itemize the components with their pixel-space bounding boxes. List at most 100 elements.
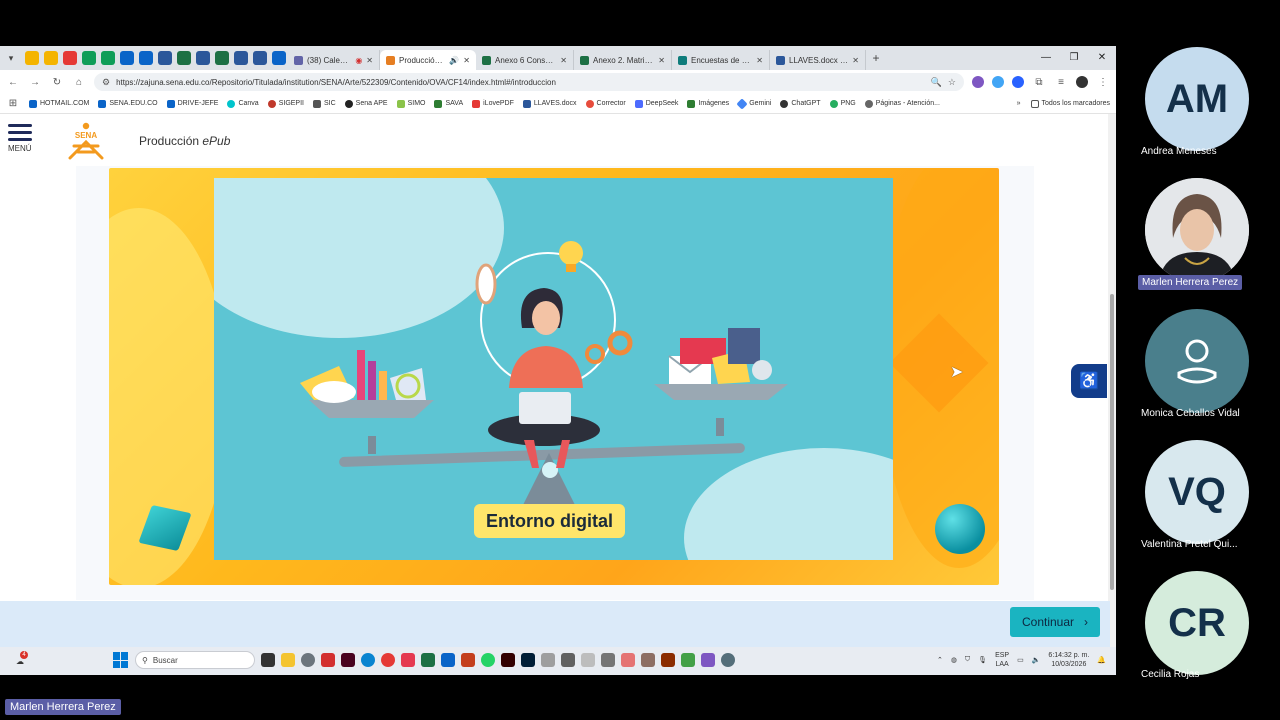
snipping-tool-icon[interactable] (621, 653, 635, 667)
display-icon[interactable]: ▭ (1017, 656, 1024, 664)
url-field[interactable]: ⚙ https://zajuna.sena.edu.co/Repositorio… (94, 73, 964, 91)
bookmark-drive-jefe[interactable]: DRIVE-JEFE (166, 99, 218, 108)
powerpoint-icon[interactable] (461, 653, 475, 667)
settings-icon[interactable] (301, 653, 315, 667)
excel-icon[interactable] (214, 51, 229, 65)
extension-icon[interactable] (972, 76, 984, 88)
participant-tile-andrea[interactable]: AM Andrea Meneses (1135, 46, 1259, 162)
site-info-icon[interactable]: ⚙ (102, 77, 110, 88)
app-icon[interactable] (641, 653, 655, 667)
bookmark-sigepii[interactable]: SIGEPII (267, 99, 304, 108)
photoshop-icon[interactable] (521, 653, 535, 667)
bookmark-llaves[interactable]: LLAVES.docx (522, 99, 577, 108)
calculator-icon[interactable] (601, 653, 615, 667)
close-window-icon[interactable]: ✕ (1088, 46, 1116, 70)
translate-icon[interactable] (1012, 76, 1024, 88)
forward-icon[interactable]: → (28, 77, 42, 88)
bookmark-chatgpt[interactable]: ChatGPT (780, 99, 821, 108)
bookmark-paginas[interactable]: Páginas - Atención... (864, 99, 940, 108)
close-tab-icon[interactable]: ✕ (852, 56, 859, 65)
bookmark-hotmail[interactable]: HOTMAIL.COM (29, 99, 89, 108)
participant-tile-marlen[interactable]: Marlen Herrera Perez (1135, 177, 1259, 293)
chevron-up-icon[interactable]: ⌃ (937, 656, 943, 664)
clock[interactable]: 6:14:32 p. m. 10/03/2026 (1048, 651, 1089, 669)
home-icon[interactable]: ⌂ (72, 77, 86, 88)
bookmark-sena[interactable]: SENA.EDU.CO (98, 99, 158, 108)
app-icon[interactable] (100, 51, 115, 65)
close-tab-icon[interactable]: ✕ (756, 56, 763, 65)
tab-search-icon[interactable]: ▾ (0, 53, 22, 64)
menu-button[interactable]: MENÚ (8, 124, 32, 153)
bookmark-canva[interactable]: Canva (227, 99, 259, 108)
bookmark-deepseek[interactable]: DeepSeek (634, 99, 678, 108)
tab-calendar[interactable]: (38) Calendar ◉ ✕ (288, 50, 380, 70)
outlook-icon[interactable] (138, 51, 153, 65)
bookmark-sic[interactable]: SIC (313, 99, 336, 108)
word-icon[interactable] (195, 51, 210, 65)
camera-icon[interactable] (561, 653, 575, 667)
all-bookmarks-folder[interactable]: Todos los marcadores (1030, 99, 1110, 108)
outlook-icon[interactable] (441, 653, 455, 667)
acrobat-icon[interactable] (321, 653, 335, 667)
word-icon[interactable] (157, 51, 172, 65)
extension-icon[interactable] (992, 76, 1004, 88)
tab-anexo6[interactable]: Anexo 6 Consolid ✕ (476, 50, 574, 70)
illustrator-icon[interactable] (501, 653, 515, 667)
kebab-menu-icon[interactable]: ⋮ (1096, 77, 1110, 88)
close-tab-icon[interactable]: ✕ (658, 56, 665, 65)
chrome-icon[interactable] (381, 653, 395, 667)
participant-tile-monica[interactable]: Monica Ceballos Vidal (1135, 308, 1259, 424)
tab-encuestas[interactable]: Encuestas de pers ✕ (672, 50, 770, 70)
app-icon[interactable] (581, 653, 595, 667)
app-icon[interactable] (701, 653, 715, 667)
bookmark-sava[interactable]: SAVA (434, 99, 463, 108)
drive-icon[interactable] (43, 51, 58, 65)
sheets-icon[interactable] (81, 51, 96, 65)
widgets-icon[interactable]: ☁ 4 (0, 650, 40, 666)
edge-icon[interactable] (361, 653, 375, 667)
accessibility-button[interactable]: ♿ (1071, 364, 1107, 398)
tab-anexo2[interactable]: Anexo 2. Matriz d ✕ (574, 50, 672, 70)
zoom-icon[interactable]: 🔍 (931, 77, 942, 88)
file-explorer-icon[interactable] (281, 653, 295, 667)
participant-tile-valentina[interactable]: VQ Valentina Pretel Qui... (1135, 439, 1259, 555)
tab-llaves[interactable]: LLAVES.docx - Do ✕ (770, 50, 866, 70)
mic-icon[interactable]: 🎙 (978, 656, 987, 664)
indesign-icon[interactable] (341, 653, 355, 667)
task-view-icon[interactable] (261, 653, 275, 667)
participant-tile-cecilia[interactable]: CR Cecilia Rojas (1135, 570, 1259, 686)
scrollbar-thumb[interactable] (1110, 294, 1114, 590)
page-scrollbar[interactable] (1108, 114, 1116, 647)
maximize-icon[interactable]: ❐ (1060, 46, 1088, 70)
onedrive-icon[interactable] (119, 51, 134, 65)
notifications-icon[interactable]: 🔔 (1097, 656, 1106, 664)
profile-icon[interactable] (1076, 76, 1088, 88)
tab-produccion[interactable]: Producción eP 🔊 ✕ (380, 50, 476, 70)
bookmark-simo[interactable]: SIMO (396, 99, 425, 108)
reading-list-icon[interactable]: ≡ (1054, 77, 1068, 88)
close-tab-icon[interactable]: ✕ (560, 56, 567, 65)
word-icon[interactable] (233, 51, 248, 65)
bookmark-corrector[interactable]: Corrector (585, 99, 626, 108)
puzzle-icon[interactable]: ⧉ (1032, 77, 1046, 88)
volume-icon[interactable]: 🔈 (1032, 656, 1041, 664)
close-tab-icon[interactable]: ✕ (366, 56, 373, 65)
bookmark-ilovepdf[interactable]: iLovePDF (472, 99, 514, 108)
new-tab-button[interactable]: + (866, 51, 886, 65)
continue-button[interactable]: Continuar › (1010, 607, 1100, 637)
back-icon[interactable]: ← (6, 77, 20, 88)
close-tab-icon[interactable]: ✕ (463, 56, 470, 65)
taskbar-search[interactable]: ⚲ Buscar (135, 651, 255, 669)
onedrive-icon[interactable] (271, 51, 286, 65)
bookmark-star-icon[interactable]: ☆ (948, 77, 956, 88)
shield-icon[interactable]: ⛉ (965, 656, 970, 664)
youtube-icon[interactable] (62, 51, 77, 65)
network-icon[interactable]: ◍ (951, 656, 957, 664)
minimize-icon[interactable]: — (1032, 46, 1060, 70)
bookmark-gemini[interactable]: Gemini (736, 97, 771, 110)
app-icon[interactable] (681, 653, 695, 667)
bookmark-png[interactable]: PNG (829, 99, 856, 108)
more-bookmarks-icon[interactable]: » (1017, 100, 1021, 107)
reload-icon[interactable]: ↻ (50, 77, 64, 88)
app-icon[interactable] (661, 653, 675, 667)
